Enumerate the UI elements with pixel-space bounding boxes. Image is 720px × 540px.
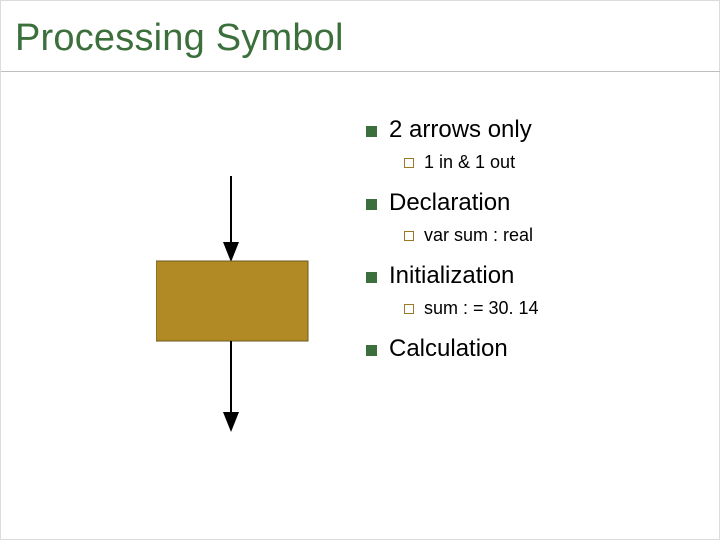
outline-square-bullet-icon [404,231,414,241]
list-item-label: Declaration [389,189,510,217]
square-bullet-icon [366,272,377,283]
page-title: Processing Symbol [15,17,344,60]
title-underline [1,71,720,72]
list-item: 2 arrows only [366,116,696,144]
square-bullet-icon [366,199,377,210]
list-subitem-label: 1 in & 1 out [424,152,515,173]
square-bullet-icon [366,345,377,356]
list-subitem: 1 in & 1 out [404,152,696,173]
list-item-label: 2 arrows only [389,116,532,144]
list-item: Calculation [366,335,696,363]
list-subitem: sum : = 30. 14 [404,298,696,319]
square-bullet-icon [366,126,377,137]
list-subitem: var sum : real [404,225,696,246]
list-subitem-label: sum : = 30. 14 [424,298,539,319]
list-item-label: Initialization [389,262,514,290]
outline-square-bullet-icon [404,304,414,314]
outline-square-bullet-icon [404,158,414,168]
process-rect [156,261,308,341]
list-item-label: Calculation [389,335,508,363]
process-symbol-svg [156,176,356,451]
process-symbol-diagram [156,176,356,451]
slide: Processing Symbol 2 arrows only 1 in & 1… [0,0,720,540]
content-list: 2 arrows only 1 in & 1 out Declaration v… [366,116,696,363]
list-item: Initialization [366,262,696,290]
list-subitem-label: var sum : real [424,225,533,246]
list-item: Declaration [366,189,696,217]
